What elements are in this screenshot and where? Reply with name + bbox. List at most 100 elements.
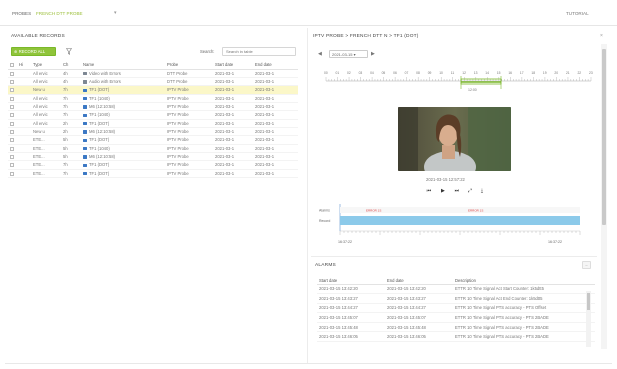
alarm-desc-cell: ETTR 10 Time Signal PTS accuracy - PTS O… (453, 303, 595, 314)
timeline-hour-label: 22 (577, 71, 581, 75)
column-header[interactable]: Probe (165, 61, 213, 70)
alarm-row[interactable]: 2021-03-15 13:46:05 2021-03-15 13:46:05 ET… (317, 331, 595, 343)
start-date-cell: 2021-03-1 (213, 119, 253, 128)
column-header[interactable]: Hi (17, 61, 31, 70)
row-checkbox[interactable] (10, 71, 14, 76)
tutorial-link[interactable]: TUTORIAL (566, 11, 589, 16)
table-row[interactable]: All ervic 2h TF1 (DOT) IPTV Probe 2021-03-1 2… (8, 119, 298, 128)
alarm-row[interactable]: 2021-03-15 13:45:07 2021-03-15 13:45:07 ET… (317, 312, 595, 323)
table-row[interactable]: All ervic 4h Audio with Errors DTT Probe 202… (8, 77, 298, 87)
start-date-cell: 2021-03-1 (213, 102, 253, 112)
timeline-hour-label: 08 (416, 71, 420, 75)
search-input[interactable] (222, 47, 296, 56)
alarm-row[interactable]: 2021-03-15 13:42:20 2021-03-15 13:42:20 ET… (317, 284, 595, 295)
column-header[interactable]: Start date (317, 277, 385, 285)
alarm-row[interactable]: 2021-03-15 13:45:48 2021-03-15 13:45:48 ET… (317, 322, 595, 333)
table-row[interactable]: ETE... 7h TF1 (DOT) IPTV Probe 2021-03-1 2021… (8, 169, 298, 178)
probe-selector[interactable]: FRENCH DTT PROBE (36, 11, 83, 16)
hi-cell (17, 119, 31, 128)
hi-cell (17, 144, 31, 153)
table-row[interactable]: New u 7h TF1 (DOT) IPTV Probe 2021-03-1 2021-… (8, 85, 298, 95)
tracks-graph[interactable]: Alarms Record ERROR 1S ERROR 1S 16:37:22… (318, 203, 584, 249)
table-row[interactable]: All ervic 7h TF1 (1040) IPTV Probe 2021-03-1… (8, 110, 298, 120)
row-checkbox[interactable] (10, 113, 14, 118)
type-cell: ETE... (31, 169, 61, 178)
row-checkbox[interactable] (10, 121, 14, 126)
ch-cell: 5h (61, 144, 81, 153)
skip-forward-icon[interactable]: ⏭ (453, 188, 461, 195)
row-select-cell (8, 77, 17, 87)
alarm-start-cell: 2021-03-15 13:42:20 (317, 284, 385, 295)
end-date-cell: 2021-03-1 (253, 127, 298, 137)
table-row[interactable]: All ervic 7h TF1 (1040) IPTV Probe 2021-03-1… (8, 94, 298, 103)
timeline-hour-label: 00 (324, 71, 328, 75)
timeline-hour-label: 06 (393, 71, 397, 75)
column-header[interactable]: End date (253, 61, 298, 70)
prev-day-icon[interactable]: ◀ (318, 51, 324, 57)
name-cell: TF1 (DOT) (81, 160, 165, 170)
timeline-hour-label: 09 (428, 71, 432, 75)
column-header[interactable]: End date (385, 277, 453, 285)
collapse-icon[interactable]: – (582, 261, 591, 269)
column-header[interactable]: Description (453, 277, 595, 285)
row-checkbox[interactable] (10, 138, 14, 143)
table-row[interactable]: ETE... 5h TF1 (1040) IPTV Probe 2021-03-1 202… (8, 144, 298, 153)
alarms-scroll-thumb[interactable] (587, 293, 590, 310)
next-day-icon[interactable]: ▶ (371, 51, 377, 57)
alarm-row[interactable]: 2021-03-15 13:43:27 2021-03-15 13:43:27 ET… (317, 293, 595, 304)
end-date-cell: 2021-03-1 (253, 144, 298, 153)
alarm-end-cell: 2021-03-15 13:44:27 (385, 303, 453, 314)
hi-cell (17, 77, 31, 87)
probe-cell: IPTV Probe (165, 169, 213, 178)
table-row[interactable]: ETE... 5h M6 (12:10:58) IPTV Probe 2021-03-1… (8, 152, 298, 162)
skip-back-icon[interactable]: ⏮ (425, 188, 433, 195)
start-date-cell: 2021-03-1 (213, 110, 253, 120)
row-checkbox[interactable] (10, 79, 14, 84)
track-label-alarms: Alarms (319, 209, 330, 213)
row-checkbox[interactable] (10, 129, 14, 134)
row-checkbox[interactable] (10, 171, 14, 176)
column-header[interactable]: Start date (213, 61, 253, 70)
table-row[interactable]: All ervic 7h M6 (12:10:58) IPTV Probe 2021-0… (8, 102, 298, 112)
timeline-hour-label: 03 (359, 71, 363, 75)
row-checkbox[interactable] (10, 88, 14, 93)
row-checkbox[interactable] (10, 104, 14, 109)
timeline-hour-label: 18 (531, 71, 535, 75)
table-row[interactable]: All ervic 4h Video with Errors DTT Probe 202… (8, 69, 298, 78)
row-select-cell (8, 160, 17, 170)
ch-cell: 7h (61, 94, 81, 103)
table-row[interactable]: ETE... 7h TF1 (DOT) IPTV Probe 2021-03-1 2021… (8, 160, 298, 170)
table-row[interactable]: New u 2h M6 (12:10:58) IPTV Probe 2021-03-1 2… (8, 127, 298, 137)
alarm-row[interactable]: 2021-03-15 13:44:27 2021-03-15 13:44:27 ET… (317, 303, 595, 314)
table-row[interactable]: ETE... 5h TF1 (DOT) IPTV Probe 2021-03-1 2021… (8, 135, 298, 145)
name-cell: TF1 (1040) (81, 110, 165, 120)
select-all-checkbox[interactable] (8, 61, 17, 70)
row-checkbox[interactable] (10, 96, 14, 101)
row-checkbox[interactable] (10, 146, 14, 151)
record-all-button[interactable]: ⊕ RECORD ALL (11, 47, 56, 56)
download-icon[interactable]: ⤓ (478, 188, 486, 195)
timeline[interactable]: 00 01 02 03 04 05 06 07 08 09 10 11 12 13 14 15 16 17 18 19… (318, 65, 600, 93)
type-cell: New u (31, 127, 61, 137)
start-date-cell: 2021-03-1 (213, 144, 253, 153)
panel-scroll-thumb[interactable] (602, 49, 606, 225)
type-cell: ETE... (31, 144, 61, 153)
row-checkbox[interactable] (10, 163, 14, 168)
play-icon[interactable]: ▶ (439, 188, 447, 195)
row-checkbox[interactable] (10, 155, 14, 159)
column-header[interactable]: Type (31, 61, 61, 70)
fullscreen-icon[interactable]: ⤢ (466, 188, 474, 195)
row-select-cell (8, 102, 17, 112)
filter-icon[interactable] (66, 48, 72, 55)
type-cell: All ervic (31, 110, 61, 120)
date-selector[interactable]: 2021-03-15 ▾ (329, 50, 368, 58)
alarm-desc-cell: ETTR 10 Time Signal PTS accuracy - PTS 2… (453, 331, 595, 343)
column-header[interactable]: Ch (61, 61, 81, 70)
ch-cell: 7h (61, 110, 81, 120)
video-frame[interactable] (398, 107, 511, 171)
chevron-down-icon[interactable]: ▾ (114, 10, 117, 16)
close-icon[interactable]: × (600, 33, 603, 39)
timeline-hour-label: 01 (336, 71, 340, 75)
column-header[interactable]: Name (81, 61, 165, 70)
hi-cell (17, 85, 31, 95)
